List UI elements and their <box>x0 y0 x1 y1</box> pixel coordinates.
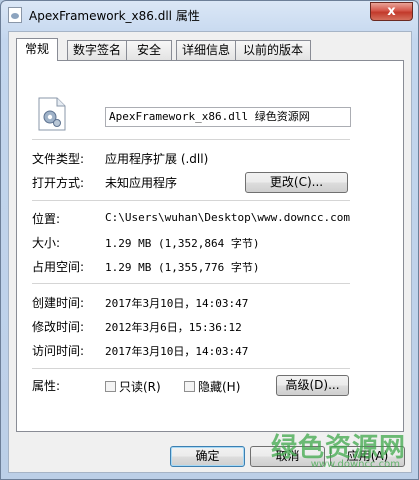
attributes-label: 属性: <box>32 379 61 393</box>
separator <box>32 200 350 201</box>
readonly-label[interactable]: 只读(R) <box>119 378 161 395</box>
window-title: ApexFramework_x86.dll 属性 <box>29 9 200 23</box>
advanced-button[interactable]: 高级(D)... <box>276 375 349 396</box>
watermark-url: www.downcc.com <box>310 459 400 470</box>
size-on-disk-label: 占用空间: <box>32 260 85 274</box>
readonly-checkbox[interactable] <box>105 381 116 392</box>
modified-value: 2012年3月6日，15:36:12 <box>105 321 242 334</box>
location-value: C:\Users\wuhan\Desktop\www.downcc.com <box>105 211 351 224</box>
size-on-disk-value: 1.29 MB (1,355,776 字节) <box>105 261 260 274</box>
hidden-checkbox[interactable] <box>184 381 195 392</box>
created-value: 2017年3月10日，14:03:47 <box>105 297 249 310</box>
tab-details[interactable]: 详细信息 <box>176 40 236 60</box>
size-value: 1.29 MB (1,352,864 字节) <box>105 237 260 250</box>
separator <box>32 368 350 369</box>
file-name-field[interactable]: ApexFramework_x86.dll 绿色资源网 <box>105 107 351 127</box>
open-with-value: 未知应用程序 <box>105 176 178 190</box>
dll-file-icon <box>8 7 22 23</box>
separator <box>32 283 350 284</box>
accessed-value: 2017年3月10日，14:03:47 <box>105 345 249 358</box>
accessed-label: 访问时间: <box>32 344 85 358</box>
tab-digital-signatures[interactable]: 数字签名 <box>67 40 127 60</box>
change-button[interactable]: 更改(C)... <box>245 172 348 193</box>
file-type-label: 文件类型: <box>32 152 85 166</box>
file-type-value: 应用程序扩展 (.dll) <box>105 152 209 166</box>
ok-button[interactable]: 确定 <box>170 446 245 467</box>
size-label: 大小: <box>32 236 61 250</box>
tab-previous-versions[interactable]: 以前的版本 <box>235 40 311 60</box>
close-button[interactable]: x <box>370 2 413 21</box>
separator <box>32 139 350 140</box>
tab-general[interactable]: 常规 <box>16 38 58 61</box>
dialog-client: 常规 数字签名 安全 详细信息 以前的版本 ApexFramework_x86.… <box>8 31 412 473</box>
modified-label: 修改时间: <box>32 320 85 334</box>
title-bar[interactable]: ApexFramework_x86.dll 属性 x <box>1 1 418 29</box>
location-label: 位置: <box>32 212 61 226</box>
dll-file-icon <box>38 97 66 131</box>
hidden-label[interactable]: 隐藏(H) <box>198 378 240 395</box>
properties-window: ApexFramework_x86.dll 属性 x 常规 数字签名 安全 详细… <box>0 0 419 480</box>
open-with-label: 打开方式: <box>32 176 85 190</box>
general-panel: ApexFramework_x86.dll 绿色资源网 文件类型: 应用程序扩展… <box>16 60 404 432</box>
created-label: 创建时间: <box>32 296 85 310</box>
tab-security[interactable]: 安全 <box>126 40 172 60</box>
